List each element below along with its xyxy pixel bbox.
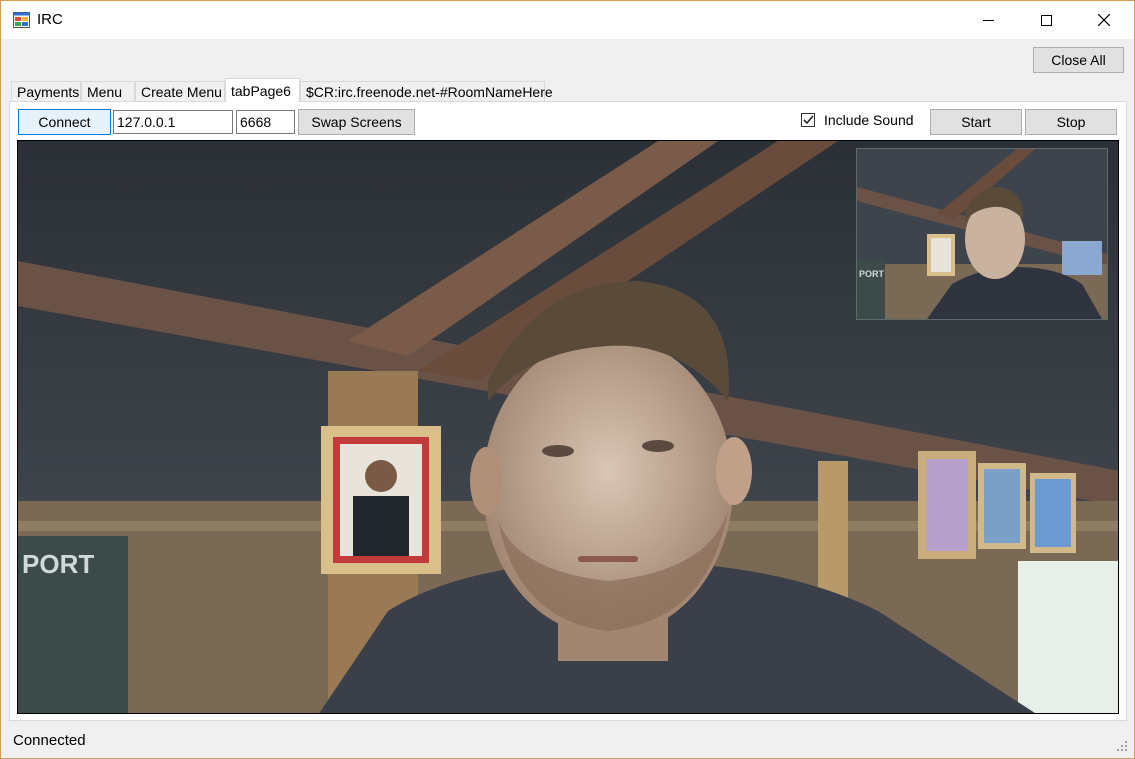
app-window-icon xyxy=(13,12,30,28)
swap-screens-button[interactable]: Swap Screens xyxy=(298,109,415,135)
status-text: Connected xyxy=(13,732,86,749)
main-window: IRC Close All Payments Menu Create Menu … xyxy=(0,0,1135,759)
svg-text:PORT: PORT xyxy=(859,269,885,279)
checkmark-icon xyxy=(802,115,814,125)
tab-irc-room[interactable]: $CR:irc.freenode.net-#RoomNameHere xyxy=(300,81,553,101)
close-icon xyxy=(1098,14,1110,26)
maximize-icon xyxy=(1040,14,1052,26)
start-button[interactable]: Start xyxy=(930,109,1022,135)
connect-button[interactable]: Connect xyxy=(18,109,111,135)
title-bar[interactable]: IRC xyxy=(1,1,1134,39)
close-window-button[interactable] xyxy=(1075,1,1133,39)
tab-menu[interactable]: Menu xyxy=(81,81,135,101)
window-title: IRC xyxy=(37,11,63,28)
tab-create-menu[interactable]: Create Menu xyxy=(135,81,225,101)
include-sound-checkbox[interactable] xyxy=(801,113,815,127)
host-input[interactable] xyxy=(113,110,233,134)
include-sound-option[interactable]: Include Sound xyxy=(801,112,914,128)
maximize-button[interactable] xyxy=(1017,1,1075,39)
minimize-icon xyxy=(982,19,994,21)
tab-payments[interactable]: Payments xyxy=(11,81,81,101)
include-sound-label: Include Sound xyxy=(824,112,914,128)
webcam-video-preview[interactable]: PORT xyxy=(856,148,1108,320)
minimize-button[interactable] xyxy=(959,1,1017,39)
tab-panel-tabpage6: Connect Swap Screens Include Sound Start… xyxy=(9,101,1127,721)
webcam-preview-image: PORT xyxy=(857,149,1107,319)
status-bar: Connected xyxy=(1,727,1134,758)
svg-text:PORT: PORT xyxy=(22,549,94,579)
tab-tabpage6[interactable]: tabPage6 xyxy=(225,78,300,102)
resize-grip-icon[interactable] xyxy=(1116,740,1128,752)
stop-button[interactable]: Stop xyxy=(1025,109,1117,135)
close-all-button[interactable]: Close All xyxy=(1033,47,1124,73)
webcam-video-main: PORT PORT xyxy=(17,140,1119,714)
port-input[interactable] xyxy=(236,110,295,134)
